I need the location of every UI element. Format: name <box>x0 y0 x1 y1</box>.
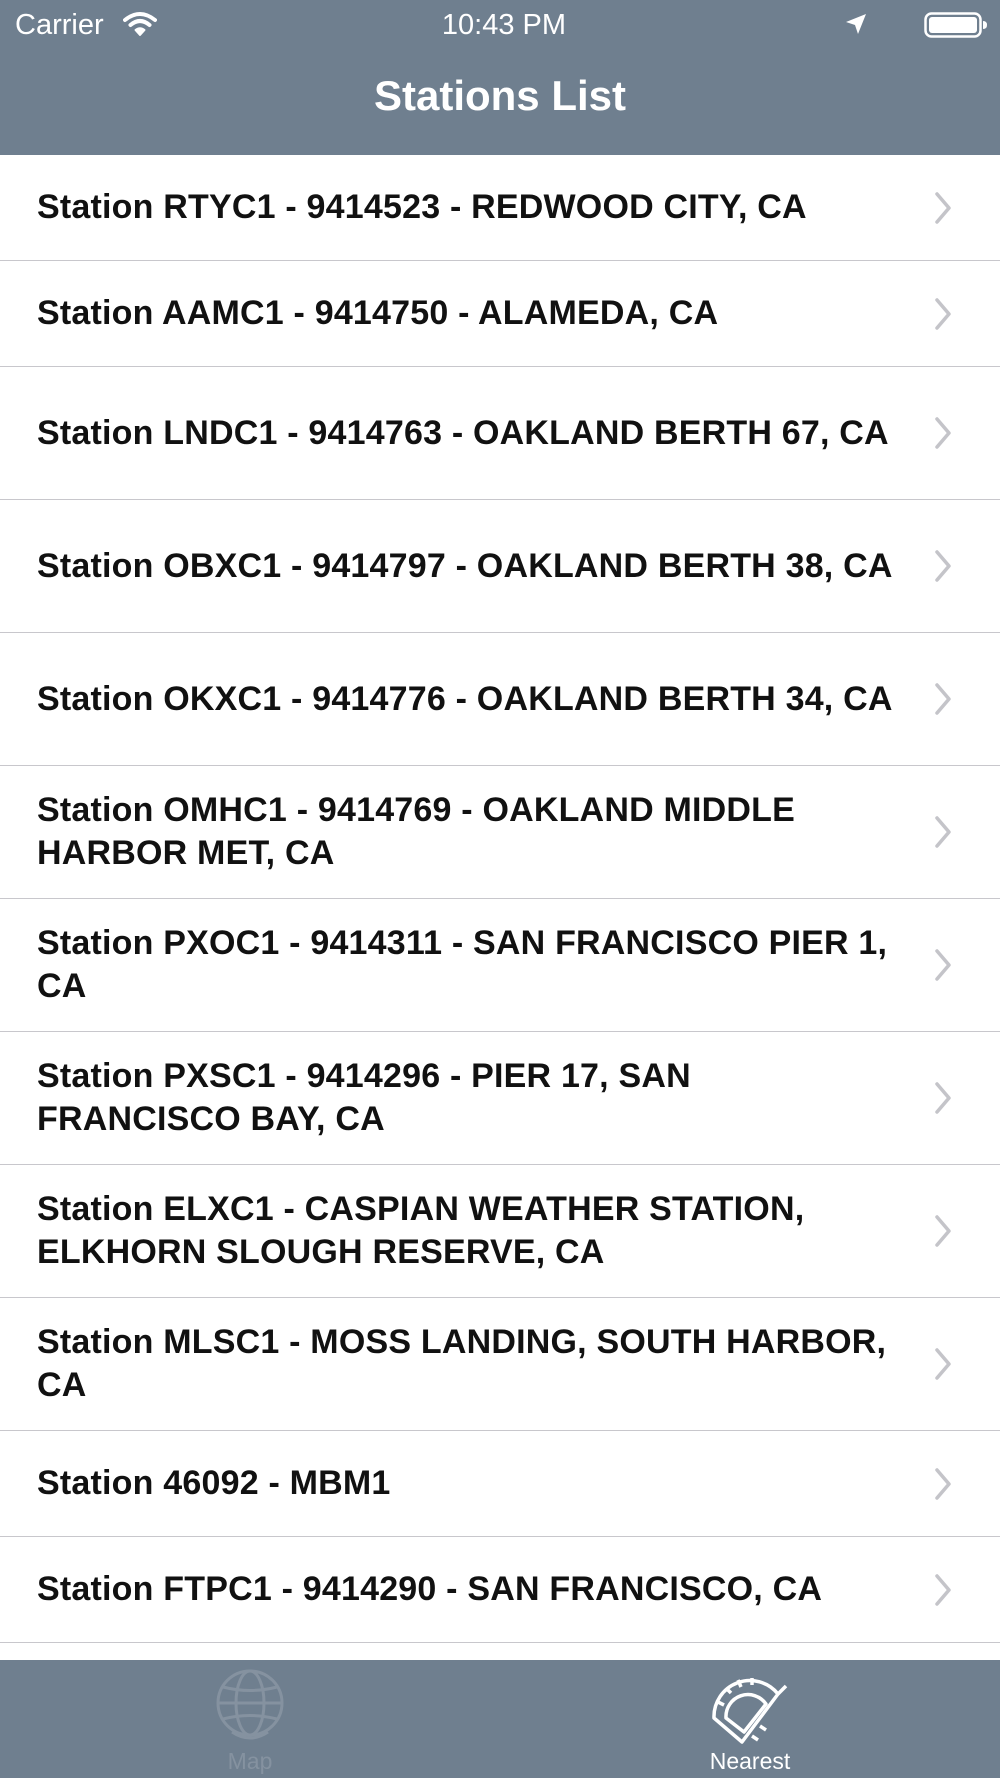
station-row[interactable]: Station LNDC1 - 9414763 - OAKLAND BERTH … <box>0 367 1000 500</box>
chevron-right-icon <box>935 949 951 981</box>
station-label: Station FTPC1 - 9414290 - SAN FRANCISCO,… <box>37 1570 823 1608</box>
chevron-right-icon <box>935 191 951 224</box>
station-label: Station PXSC1 - 9414296 - PIER 17, SAN F… <box>37 1057 691 1138</box>
battery-icon <box>924 12 987 38</box>
station-label: Station MLSC1 - MOSS LANDING, SOUTH HARB… <box>37 1323 887 1404</box>
protractor-icon <box>712 1678 788 1744</box>
station-row[interactable]: Station PXSC1 - 9414296 - PIER 17, SAN F… <box>0 1032 1000 1165</box>
navigation-bar: Carrier 10:43 PM Stations List <box>0 0 1000 155</box>
location-arrow-icon <box>846 14 866 34</box>
chevron-right-icon <box>935 1215 951 1247</box>
station-label: Station AAMC1 - 9414750 - ALAMEDA, CA <box>37 294 719 332</box>
station-label: Station OBXC1 - 9414797 - OAKLAND BERTH … <box>37 546 893 585</box>
station-row[interactable]: Station ELXC1 - CASPIAN WEATHER STATION,… <box>0 1165 1000 1298</box>
page-title: Stations List <box>373 72 627 119</box>
stations-list: Station RTYC1 - 9414523 - REDWOOD CITY, … <box>0 155 1000 1660</box>
chevron-right-icon <box>935 417 951 449</box>
chevron-right-icon <box>935 1082 951 1114</box>
chevron-right-icon <box>935 1348 951 1380</box>
tab-nearest-label: Nearest <box>709 1748 791 1774</box>
station-label: Station OMHC1 - 9414769 - OAKLAND MIDDLE… <box>37 791 795 872</box>
station-row[interactable]: Station MLSC1 - MOSS LANDING, SOUTH HARB… <box>0 1298 1000 1431</box>
station-row[interactable]: Station OKXC1 - 9414776 - OAKLAND BERTH … <box>0 633 1000 766</box>
station-label: Station RTYC1 - 9414523 - REDWOOD CITY, … <box>37 188 807 226</box>
station-label: Station LNDC1 - 9414763 - OAKLAND BERTH … <box>37 413 889 452</box>
station-label: Station 46092 - MBM1 <box>37 1464 391 1502</box>
chevron-right-icon <box>935 1573 951 1606</box>
chevron-right-icon <box>935 683 951 715</box>
station-row[interactable]: Station RTYC1 - 9414523 - REDWOOD CITY, … <box>0 155 1000 261</box>
station-row[interactable]: Station 46092 - MBM1 <box>0 1431 1000 1537</box>
station-row[interactable]: Station PXOC1 - 9414311 - SAN FRANCISCO … <box>0 899 1000 1032</box>
station-row[interactable]: Station OMHC1 - 9414769 - OAKLAND MIDDLE… <box>0 766 1000 899</box>
chevron-right-icon <box>935 297 951 330</box>
tab-nearest[interactable]: Nearest <box>500 1660 1000 1778</box>
tab-map-label: Map <box>227 1748 273 1774</box>
station-label: Station ELXC1 - CASPIAN WEATHER STATION,… <box>37 1190 805 1271</box>
station-label: Station OKXC1 - 9414776 - OAKLAND BERTH … <box>37 679 893 718</box>
chevron-right-icon <box>935 816 951 848</box>
station-label: Station PXOC1 - 9414311 - SAN FRANCISCO … <box>37 924 888 1005</box>
chevron-right-icon <box>935 550 951 582</box>
station-row[interactable]: Station OBXC1 - 9414797 - OAKLAND BERTH … <box>0 500 1000 633</box>
chevron-right-icon <box>935 1467 951 1500</box>
status-bar: Carrier 10:43 PM <box>0 0 1000 50</box>
station-row[interactable]: Station FTPC1 - 9414290 - SAN FRANCISCO,… <box>0 1537 1000 1643</box>
tab-map[interactable]: Map <box>0 1660 500 1778</box>
globe-icon <box>216 1669 284 1740</box>
tab-bar: Map Nearest <box>0 1660 1000 1778</box>
station-row[interactable]: Station AAMC1 - 9414750 - ALAMEDA, CA <box>0 261 1000 367</box>
